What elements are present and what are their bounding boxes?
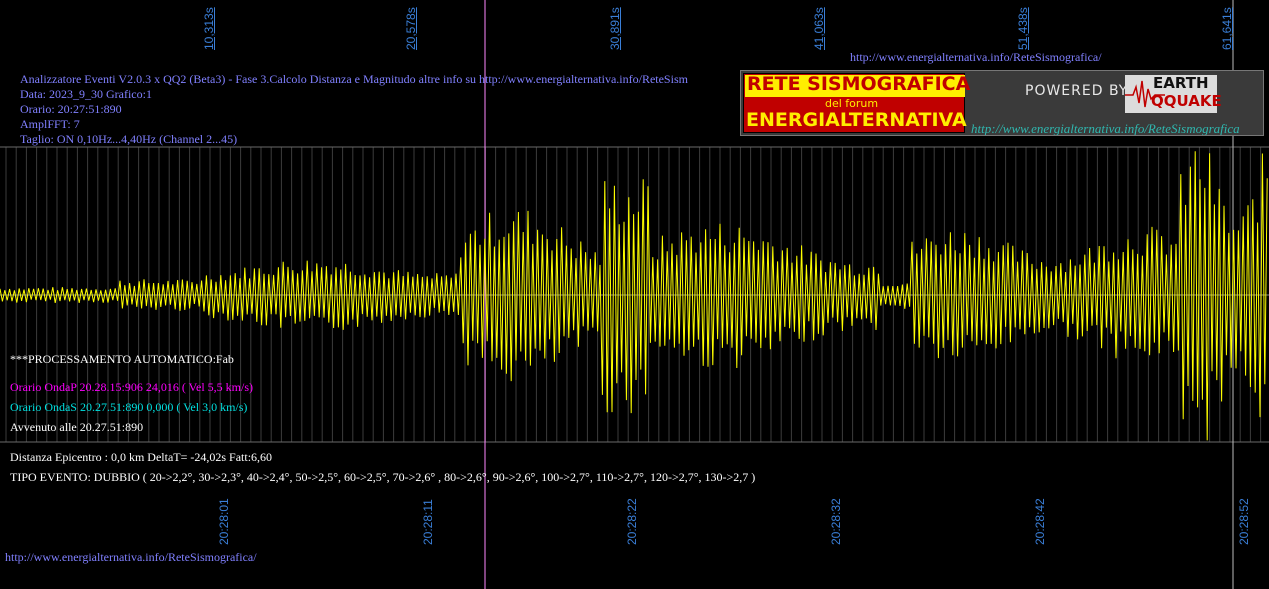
bottom-tick-5: 20:28:42 [1033, 498, 1047, 545]
bottom-tick-6: 20:28:52 [1237, 498, 1251, 545]
top-tick-4: 41,063s [812, 7, 826, 50]
bottom-tick-4: 20:28:32 [829, 498, 843, 545]
rete-sismografica-logo: RETE SISMOGRAFICA del forum ENERGIALTERN… [740, 70, 1264, 136]
logo-title: RETE SISMOGRAFICA [747, 73, 971, 95]
bottom-tick-1: 20:28:01 [217, 498, 231, 545]
processing-label: ***PROCESSAMENTO AUTOMATICO:Fab [10, 352, 234, 366]
top-tick-2: 20,578s [404, 7, 418, 50]
taglio-line: Taglio: ON 0,10Hz...4,40Hz (Channel 2...… [20, 132, 238, 146]
header-info: Analizzatore Eventi V2.0.3 x QQ2 (Beta3)… [20, 72, 688, 147]
onda-p-line: Orario OndaP 20.28.15:906 24,016 ( Vel 5… [10, 380, 253, 394]
orario-line: Orario: 20:27:51:890 [20, 102, 122, 116]
top-tick-3: 30,891s [608, 7, 622, 50]
analyzer-title: Analizzatore Eventi V2.0.3 x QQ2 (Beta3)… [20, 72, 688, 86]
logo-forum-name: ENERGIALTERNATIVA [746, 109, 967, 131]
tipo-evento-line: TIPO EVENTO: DUBBIO ( 20->2,2°, 30->2,3°… [10, 470, 756, 484]
avvenuto-line: Avvenuto alle 20.27.51:890 [10, 420, 144, 434]
top-tick-5: 51,438s [1016, 7, 1030, 50]
logo-brand-earth: EARTH [1153, 74, 1209, 92]
onda-s-line: Orario OndaS 20.27.51:890 0,000 ( Vel 3,… [10, 400, 248, 414]
footer-url-link[interactable]: http://www.energialternativa.info/ReteSi… [5, 550, 257, 565]
seismogram-view: 10,313s 20,578s 30,891s 41,063s 51,438s … [0, 0, 1269, 589]
distanza-line: Distanza Epicentro : 0,0 km DeltaT= -24,… [10, 450, 273, 464]
powered-by-label: POWERED BY: [1025, 83, 1133, 99]
top-url-link[interactable]: http://www.energialternativa.info/ReteSi… [850, 50, 1102, 65]
logo-brand-qquake: QQUAKE [1151, 92, 1222, 110]
amplfft-line: AmplFFT: 7 [20, 117, 80, 131]
bottom-tick-3: 20:28:22 [625, 498, 639, 545]
logo-url: http://www.energialternativa.info/ReteSi… [971, 121, 1240, 136]
bottom-tick-2: 20:28:11 [421, 499, 435, 545]
data-line: Data: 2023_9_30 Grafico:1 [20, 87, 152, 101]
top-tick-6: 61,641s [1220, 7, 1234, 50]
top-tick-1: 10,313s [202, 7, 216, 50]
